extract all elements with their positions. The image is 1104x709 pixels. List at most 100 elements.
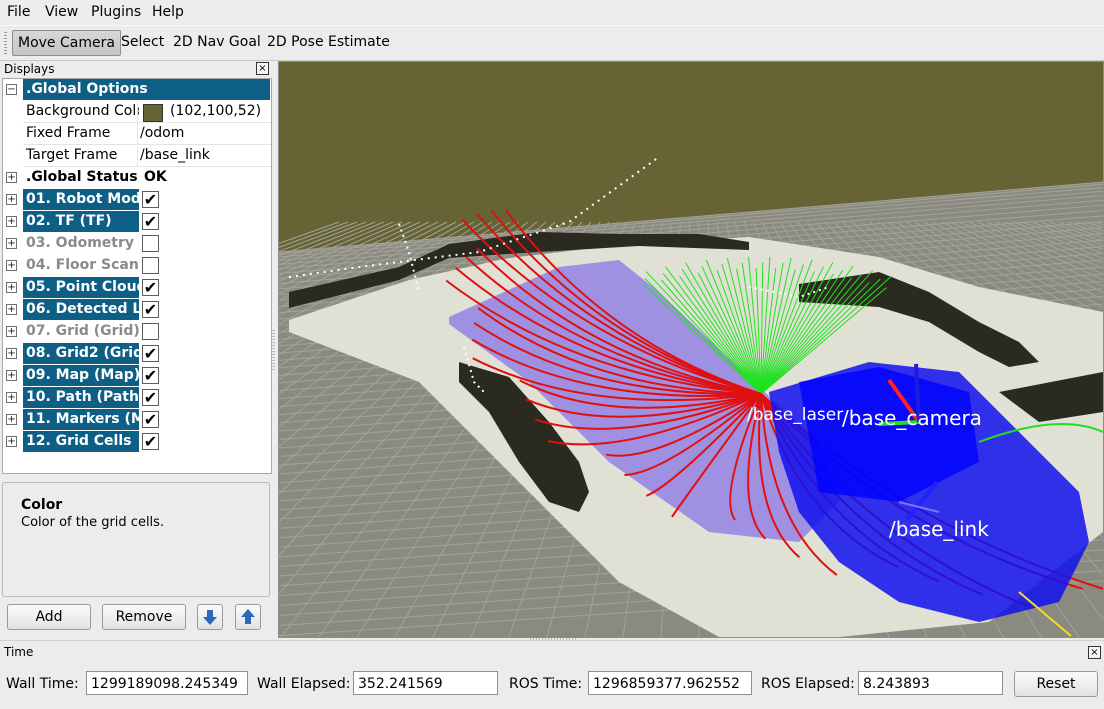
ros-time-field[interactable]: 1296859377.962552 <box>588 671 752 695</box>
display-enabled-checkbox[interactable]: ✔ <box>142 389 159 406</box>
display-label: 08. Grid2 (Grid <box>23 343 139 364</box>
collapse-icon[interactable]: − <box>6 84 17 95</box>
scene-canvas[interactable]: /base_laser /base_camera /base_link <box>279 62 1103 637</box>
display-row[interactable]: +08. Grid2 (Grid ✔ <box>3 343 271 365</box>
display-row[interactable]: +10. Path (Path ✔ <box>3 387 271 409</box>
move-down-button[interactable] <box>197 604 223 630</box>
menu-file[interactable]: File <box>7 4 30 20</box>
menu-bar: File View Plugins Help <box>0 0 1104 24</box>
display-label: 05. Point Cloud <box>23 277 139 298</box>
expand-icon[interactable]: + <box>6 194 17 205</box>
time-panel-title: Time <box>4 645 34 659</box>
display-enabled-checkbox[interactable]: ✔ <box>142 279 159 296</box>
display-label: 10. Path (Path <box>23 387 139 408</box>
display-row[interactable]: +07. Grid (Grid) <box>3 321 271 343</box>
display-row[interactable]: +02. TF (TF) ✔ <box>3 211 271 233</box>
display-row[interactable]: +11. Markers (M ✔ <box>3 409 271 431</box>
display-label: 09. Map (Map) <box>23 365 139 386</box>
display-row[interactable]: +01. Robot Mod ✔ <box>3 189 271 211</box>
global-options-label: .Global Options <box>23 79 270 100</box>
remove-display-button[interactable]: Remove <box>102 604 186 630</box>
arrow-down-icon <box>203 610 217 625</box>
reset-button[interactable]: Reset <box>1014 671 1098 697</box>
property-name: Background Colo <box>26 103 139 119</box>
move-camera-tool[interactable]: Move Camera <box>12 30 121 56</box>
display-enabled-checkbox[interactable]: ✔ <box>142 191 159 208</box>
menu-plugins[interactable]: Plugins <box>91 4 141 20</box>
background-color-swatch[interactable] <box>143 104 163 122</box>
display-row[interactable]: +09. Map (Map) ✔ <box>3 365 271 387</box>
display-enabled-checkbox[interactable] <box>142 235 159 252</box>
tool-bar: Move Camera Select 2D Nav Goal 2D Pose E… <box>0 25 1104 61</box>
frame-label-camera: /base_camera <box>842 406 982 430</box>
select-tool[interactable]: Select <box>116 30 169 54</box>
display-enabled-checkbox[interactable]: ✔ <box>142 345 159 362</box>
wall-time-label: Wall Time: <box>6 676 79 692</box>
add-display-button[interactable]: Add <box>7 604 91 630</box>
display-enabled-checkbox[interactable]: ✔ <box>142 411 159 428</box>
displays-tree: − .Global Options Background Colo (102,1… <box>2 78 272 474</box>
display-enabled-checkbox[interactable] <box>142 323 159 340</box>
expand-icon[interactable]: + <box>6 326 17 337</box>
expand-icon[interactable]: + <box>6 348 17 359</box>
display-enabled-checkbox[interactable] <box>142 257 159 274</box>
expand-icon[interactable]: + <box>6 414 17 425</box>
display-row[interactable]: +12. Grid Cells ✔ <box>3 431 271 453</box>
ros-time-label: ROS Time: <box>509 676 583 692</box>
time-panel: Time × Wall Time: 1299189098.245349 Wall… <box>0 640 1104 709</box>
time-close-icon[interactable]: × <box>1088 646 1101 659</box>
property-help-box: Color Color of the grid cells. <box>2 482 270 597</box>
pose-estimate-tool[interactable]: 2D Pose Estimate <box>262 30 395 54</box>
property-value[interactable]: /base_link <box>140 145 210 166</box>
display-label: 03. Odometry (O <box>26 235 139 251</box>
column-divider <box>137 145 138 167</box>
property-value[interactable]: (102,100,52) <box>170 101 261 122</box>
display-enabled-checkbox[interactable]: ✔ <box>142 301 159 318</box>
global-status-label: .Global Status: <box>26 169 139 185</box>
property-value[interactable]: /odom <box>140 123 184 144</box>
help-text: Color of the grid cells. <box>21 515 165 530</box>
menu-view[interactable]: View <box>45 4 78 20</box>
display-enabled-checkbox[interactable]: ✔ <box>142 433 159 450</box>
global-status-value: OK <box>144 169 167 185</box>
display-label: 01. Robot Mod <box>23 189 139 210</box>
expand-icon[interactable]: + <box>6 392 17 403</box>
display-label: 12. Grid Cells <box>23 431 139 452</box>
wall-elapsed-label: Wall Elapsed: <box>257 676 351 692</box>
display-enabled-checkbox[interactable]: ✔ <box>142 213 159 230</box>
global-status-row[interactable]: + .Global Status: OK <box>3 167 271 189</box>
display-label: 11. Markers (M <box>23 409 139 430</box>
display-row[interactable]: +04. Floor Scan (L <box>3 255 271 277</box>
property-name: Fixed Frame <box>26 125 111 141</box>
nav-goal-tool[interactable]: 2D Nav Goal <box>168 30 266 54</box>
property-row[interactable]: Fixed Frame /odom <box>3 123 271 145</box>
display-enabled-checkbox[interactable]: ✔ <box>142 367 159 384</box>
expand-icon[interactable]: + <box>6 370 17 381</box>
displays-close-icon[interactable]: × <box>256 62 269 75</box>
global-options-row[interactable]: − .Global Options <box>3 79 271 101</box>
expand-icon[interactable]: + <box>6 238 17 249</box>
toolbar-grip-icon[interactable] <box>4 32 7 54</box>
display-row[interactable]: +03. Odometry (O <box>3 233 271 255</box>
expand-icon[interactable]: + <box>6 282 17 293</box>
column-divider <box>137 123 138 145</box>
frame-label-laser: /base_laser <box>747 405 843 425</box>
ros-elapsed-field[interactable]: 8.243893 <box>858 671 1003 695</box>
expand-icon[interactable]: + <box>6 260 17 271</box>
wall-elapsed-field[interactable]: 352.241569 <box>353 671 498 695</box>
move-up-button[interactable] <box>235 604 261 630</box>
expand-icon[interactable]: + <box>6 304 17 315</box>
expand-icon[interactable]: + <box>6 216 17 227</box>
property-row[interactable]: Background Colo (102,100,52) <box>3 101 271 123</box>
ros-elapsed-label: ROS Elapsed: <box>761 676 855 692</box>
vertical-splitter[interactable] <box>272 330 275 370</box>
display-row[interactable]: +06. Detected L ✔ <box>3 299 271 321</box>
expand-icon[interactable]: + <box>6 172 17 183</box>
wall-time-field[interactable]: 1299189098.245349 <box>86 671 248 695</box>
render-viewport[interactable]: /base_laser /base_camera /base_link <box>278 61 1104 638</box>
property-row[interactable]: Target Frame /base_link <box>3 145 271 167</box>
display-label: 02. TF (TF) <box>23 211 139 232</box>
expand-icon[interactable]: + <box>6 436 17 447</box>
display-row[interactable]: +05. Point Cloud ✔ <box>3 277 271 299</box>
menu-help[interactable]: Help <box>152 4 184 20</box>
